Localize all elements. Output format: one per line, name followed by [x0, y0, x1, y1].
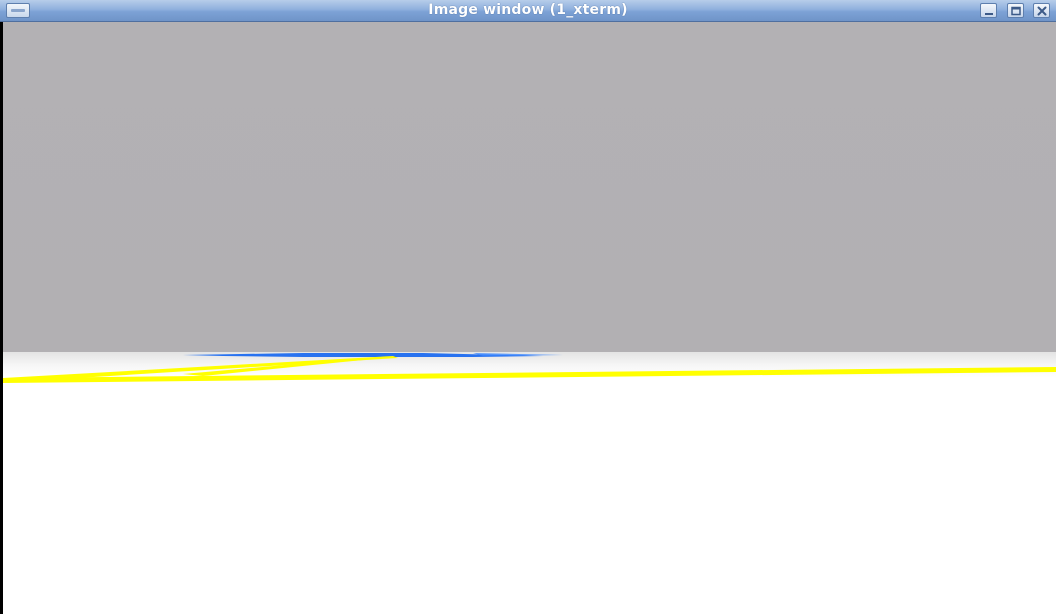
- image-window: Image window (1_xterm): [0, 0, 1056, 614]
- detected-lane-segment-tail: [473, 353, 563, 356]
- maximize-button[interactable]: [1007, 3, 1024, 18]
- maximize-icon: [1011, 6, 1021, 16]
- window-title: Image window (1_xterm): [428, 2, 628, 18]
- lane-overlay: [3, 353, 1056, 383]
- close-icon: [1037, 6, 1047, 16]
- title-bar[interactable]: Image window (1_xterm): [0, 0, 1056, 22]
- minimize-icon: [985, 13, 993, 15]
- image-viewport[interactable]: [3, 22, 1056, 614]
- close-button[interactable]: [1033, 3, 1050, 18]
- minimize-button[interactable]: [980, 3, 997, 18]
